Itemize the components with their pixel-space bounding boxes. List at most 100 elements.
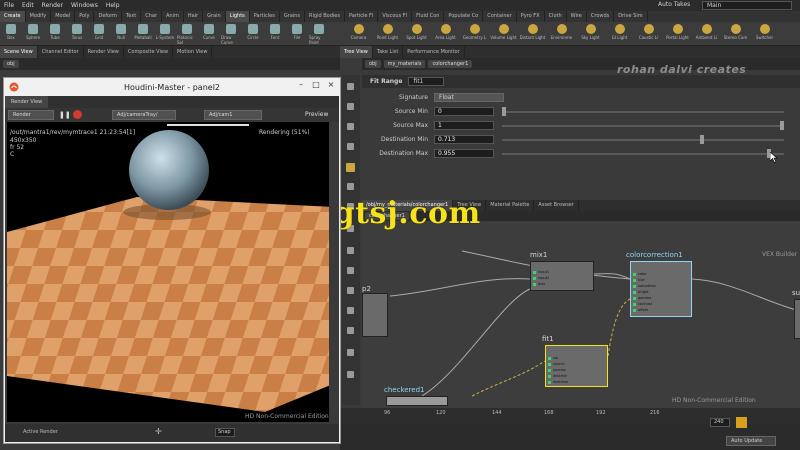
menu-edit[interactable]: Edit <box>18 2 38 9</box>
shelf-tab-viscous-fluids[interactable]: Viscous Fl <box>378 11 413 22</box>
path-colorchanger[interactable]: colorchanger1 <box>428 60 473 68</box>
fit1-port-destmin[interactable]: destmin <box>548 374 567 378</box>
camera-select[interactable]: Adj/cameraTray/ <box>112 110 176 120</box>
shelf-tab-pyro[interactable]: Pyro FX <box>517 11 545 22</box>
shelf-tab-modify[interactable]: Modify <box>26 11 52 22</box>
tool-camera[interactable]: Camera <box>345 22 372 45</box>
render-viewport[interactable]: /out/mantra1/rev/mymtrace1 21:23:54[1] 4… <box>7 122 329 422</box>
shelf-tab-char[interactable]: Char <box>141 11 162 22</box>
shelf-tab-wire[interactable]: Wire <box>567 11 587 22</box>
tool-area-light[interactable]: Area Light <box>432 22 459 45</box>
shelf-tab-create[interactable]: Create <box>0 11 26 22</box>
tool-spot-light[interactable]: Spot Light <box>403 22 430 45</box>
node-mix1[interactable]: input1 input2 bias <box>530 261 594 291</box>
node-colorcorrection1[interactable]: color hue saturation bright gamma contra… <box>630 261 692 317</box>
source-max-knob[interactable] <box>780 121 784 130</box>
tab-render-view[interactable]: Render View <box>84 46 124 58</box>
tool-file[interactable]: File <box>287 22 307 45</box>
shelf-tab-text[interactable]: Text <box>122 11 142 22</box>
tab-take-list[interactable]: Take List <box>373 46 404 58</box>
tool-circle[interactable]: Circle <box>243 22 263 45</box>
tool-point-light[interactable]: Point Light <box>374 22 401 45</box>
cc-port-saturation[interactable]: saturation <box>633 284 656 288</box>
node-checkered1[interactable] <box>386 396 448 406</box>
tool-gi-light[interactable]: GI Light <box>606 22 633 45</box>
timeline[interactable]: 96 120 144 168 192 216 <box>340 408 800 424</box>
tool-box[interactable]: Box <box>1 22 21 45</box>
tab-asset-browser[interactable]: Asset Browser <box>534 200 579 211</box>
tab-scene-view[interactable]: Scene View <box>0 46 38 58</box>
shelf-tab-model[interactable]: Model <box>51 11 76 22</box>
dest-max-slider[interactable] <box>502 153 784 155</box>
renderer-select[interactable]: Adj/cam1 <box>204 110 262 120</box>
mix1-port-input1[interactable]: input1 <box>533 270 549 274</box>
render-button[interactable]: Render <box>8 110 54 120</box>
tool-tube[interactable]: Tube <box>45 22 65 45</box>
tool-sky-light[interactable]: Sky Light <box>577 22 604 45</box>
tab-channel-editor[interactable]: Channel Editor <box>38 46 84 58</box>
tool-portal-light[interactable]: Portal Light <box>664 22 691 45</box>
left-path-obj[interactable]: obj <box>3 60 19 68</box>
shelf-tab-grains[interactable]: Grains <box>280 11 306 22</box>
dest-min-slider[interactable] <box>502 139 784 141</box>
tab-performance-monitor[interactable]: Performance Monitor <box>403 46 465 58</box>
tool-lsystem[interactable]: L-System <box>155 22 175 45</box>
signature-select[interactable]: Float <box>434 93 504 102</box>
shelf-tab-anim[interactable]: Anim <box>162 11 184 22</box>
tab-composite-view[interactable]: Composite View <box>124 46 174 58</box>
tool-metaball[interactable]: Metaball <box>133 22 153 45</box>
tab-tree-view[interactable]: Tree View <box>340 46 373 58</box>
key-icon[interactable] <box>736 417 747 428</box>
maximize-icon[interactable]: □ <box>309 79 323 91</box>
tool-volume-light[interactable]: Volume Light <box>490 22 517 45</box>
fit1-port-val[interactable]: val <box>548 356 558 360</box>
tab-material-palette[interactable]: Material Palette <box>486 200 535 211</box>
tool-grid[interactable]: Grid <box>89 22 109 45</box>
shelf-tab-crowds[interactable]: Crowds <box>587 11 615 22</box>
shelf-tab-cloth[interactable]: Cloth <box>545 11 567 22</box>
shelf-tab-hair[interactable]: Hair <box>184 11 204 22</box>
shelf-tab-particles[interactable]: Particles <box>250 11 280 22</box>
dest-min-field[interactable]: 0.713 <box>434 135 494 144</box>
tool-font[interactable]: Font <box>265 22 285 45</box>
node-p2[interactable] <box>362 293 388 337</box>
source-max-slider[interactable] <box>502 125 784 127</box>
crosshair-icon[interactable]: ✛ <box>155 427 162 436</box>
menu-file[interactable]: File <box>0 2 18 9</box>
source-min-field[interactable]: 0 <box>434 107 494 116</box>
path-my-materials[interactable]: my_materials <box>383 60 426 68</box>
cc-port-gamma[interactable]: gamma <box>633 296 651 300</box>
tool-draw-curve[interactable]: Draw Curve <box>221 22 241 45</box>
cc-port-offset[interactable]: offset <box>633 308 648 312</box>
tool-stereo-camera[interactable]: Stereo Cam <box>722 22 749 45</box>
tool-geometry-light[interactable]: Geometry L <box>461 22 488 45</box>
tool-environment-light[interactable]: Environme <box>548 22 575 45</box>
shelf-tab-particle-fluids[interactable]: Particle Fl <box>345 11 379 22</box>
cc-port-hue[interactable]: hue <box>633 278 645 282</box>
shelf-tab-fluid-containers[interactable]: Fluid Con <box>412 11 445 22</box>
shelf-tab-populate[interactable]: Populate Co <box>444 11 484 22</box>
close-icon[interactable]: × <box>324 79 338 91</box>
tool-curve[interactable]: Curve <box>199 22 219 45</box>
fit1-port-srcmin[interactable]: srcmin <box>548 362 565 366</box>
tool-caustic-light[interactable]: Caustic Li <box>635 22 662 45</box>
shelf-tab-drive-sim[interactable]: Drive Sim <box>614 11 648 22</box>
node-name-field[interactable]: fit1 <box>408 77 445 86</box>
stop-icon[interactable] <box>73 110 82 119</box>
menu-windows[interactable]: Windows <box>67 2 102 9</box>
cc-port-bright[interactable]: bright <box>633 290 648 294</box>
shelf-tab-rigid-bodies[interactable]: Rigid Bodies <box>305 11 345 22</box>
snap-field[interactable]: Snap <box>215 428 235 437</box>
path-obj[interactable]: obj <box>365 60 381 68</box>
shelf-tab-lights[interactable]: Lights <box>225 11 250 22</box>
tool-spray-paint[interactable]: Spray Paint <box>309 22 329 45</box>
source-min-knob[interactable] <box>502 107 506 116</box>
dest-min-knob[interactable] <box>700 135 705 144</box>
fit1-port-destmax[interactable]: destmax <box>548 380 568 384</box>
tab-motion-view[interactable]: Motion View <box>173 46 213 58</box>
tool-torus[interactable]: Torus <box>67 22 87 45</box>
menu-render[interactable]: Render <box>38 2 67 9</box>
shelf-tab-container[interactable]: Container <box>483 11 517 22</box>
source-min-slider[interactable] <box>502 111 784 113</box>
tool-distant-light[interactable]: Distant Light <box>519 22 546 45</box>
